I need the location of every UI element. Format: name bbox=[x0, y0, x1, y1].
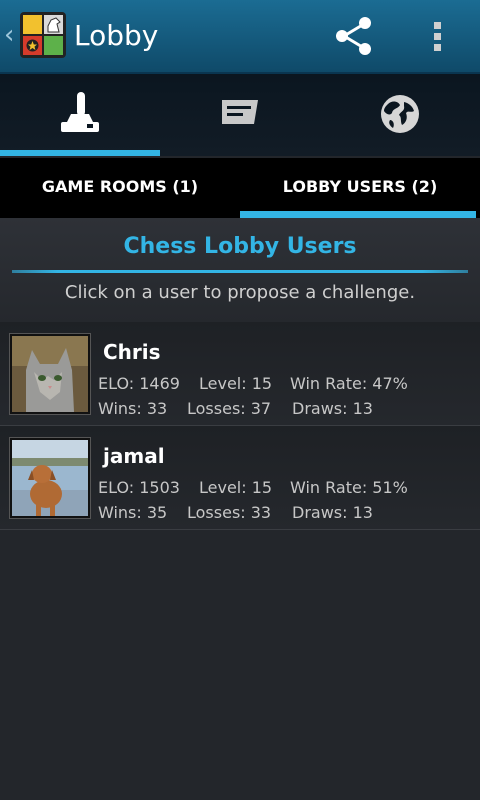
tab-indicator bbox=[160, 150, 320, 156]
tab-label: LOBBY USERS (2) bbox=[282, 177, 438, 196]
hint-text: Click on a user to propose a challenge. bbox=[64, 282, 416, 303]
username: Chris bbox=[103, 340, 161, 364]
tab-lobby-users[interactable]: LOBBY USERS (2) bbox=[240, 158, 480, 218]
level-value: Level: 15 bbox=[199, 374, 273, 393]
overflow-menu-button[interactable] bbox=[420, 12, 456, 60]
avatar bbox=[10, 438, 90, 518]
elo-value: ELO: 1469 bbox=[98, 374, 180, 393]
share-icon bbox=[336, 17, 371, 55]
tab-indicator bbox=[240, 211, 476, 218]
tab-label: GAME ROOMS (1) bbox=[41, 177, 199, 196]
overflow-menu-icon bbox=[434, 22, 441, 51]
draws-value: Draws: 13 bbox=[292, 503, 373, 522]
tab-world[interactable] bbox=[320, 74, 480, 156]
text-tab-bar: GAME ROOMS (1) LOBBY USERS (2) bbox=[0, 158, 480, 218]
win-rate-value: Win Rate: 51% bbox=[290, 478, 408, 497]
wins-value: Wins: 35 bbox=[98, 503, 168, 522]
tab-indicator bbox=[320, 150, 480, 156]
app-logo-icon[interactable] bbox=[20, 12, 66, 58]
wins-value: Wins: 33 bbox=[98, 399, 168, 418]
action-bar: ‹ Lobby bbox=[0, 0, 480, 74]
section-title: Chess Lobby Users bbox=[123, 234, 357, 259]
losses-value: Losses: 33 bbox=[187, 503, 272, 522]
globe-icon bbox=[381, 95, 419, 133]
page-title: Lobby bbox=[74, 19, 159, 52]
level-value: Level: 15 bbox=[199, 478, 273, 497]
elo-value: ELO: 1503 bbox=[98, 478, 180, 497]
avatar bbox=[10, 334, 90, 414]
draws-value: Draws: 13 bbox=[292, 399, 373, 418]
joystick-icon bbox=[61, 92, 99, 132]
losses-value: Losses: 37 bbox=[187, 399, 272, 418]
title-divider bbox=[12, 270, 468, 273]
list-item[interactable]: Chris ELO: 1469 Level: 15 Win Rate: 47% … bbox=[0, 322, 480, 426]
win-rate-value: Win Rate: 47% bbox=[290, 374, 408, 393]
username: jamal bbox=[103, 444, 165, 468]
chat-icon bbox=[222, 100, 258, 124]
tab-chat[interactable] bbox=[160, 74, 320, 156]
lobby-header: Chess Lobby Users Click on a user to pro… bbox=[0, 218, 480, 322]
list-item[interactable]: jamal ELO: 1503 Level: 15 Win Rate: 51% … bbox=[0, 426, 480, 530]
share-button[interactable] bbox=[326, 12, 382, 60]
user-list: Chris ELO: 1469 Level: 15 Win Rate: 47% … bbox=[0, 322, 480, 530]
tab-game-rooms[interactable]: GAME ROOMS (1) bbox=[0, 158, 240, 218]
icon-tab-bar bbox=[0, 74, 480, 156]
back-chevron-icon[interactable]: ‹ bbox=[4, 20, 14, 50]
tab-games[interactable] bbox=[0, 74, 160, 156]
tab-indicator bbox=[0, 150, 160, 156]
tab-indicator bbox=[0, 211, 236, 218]
